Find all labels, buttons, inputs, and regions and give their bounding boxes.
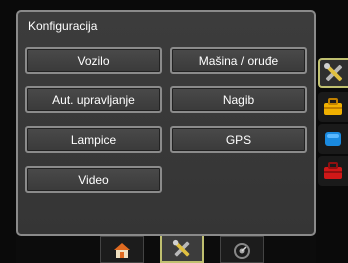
side-tab-tools[interactable] [318,58,348,88]
side-tab-toolbox[interactable] [318,92,348,122]
vozilo-button[interactable]: Vozilo [25,47,162,74]
gps-button[interactable]: GPS [170,126,307,153]
configuration-panel: Konfiguracija [16,10,316,236]
bottom-tab-tools[interactable] [160,236,204,263]
toolbox-icon [324,98,342,115]
blue-square-icon [325,132,341,146]
tools-icon [324,63,343,82]
side-tab-red[interactable] [318,156,348,186]
bottom-tab-home[interactable] [100,236,144,263]
screen: Konfiguracija Vozilo Mašina / oruđe Aut.… [0,0,348,263]
aut-upravljanje-button[interactable]: Aut. upravljanje [25,86,162,113]
side-tab-blue[interactable] [318,124,348,154]
tools-icon [172,239,190,256]
gauge-icon [234,242,250,259]
panel-title: Konfiguracija [28,19,98,33]
home-icon [114,242,130,258]
bottom-tab-gauge[interactable] [220,236,264,263]
video-button[interactable]: Video [25,166,162,193]
red-toolbox-icon [324,162,342,179]
masina-orudje-button[interactable]: Mašina / oruđe [170,47,307,74]
nagib-button[interactable]: Nagib [170,86,307,113]
lampice-button[interactable]: Lampice [25,126,162,153]
